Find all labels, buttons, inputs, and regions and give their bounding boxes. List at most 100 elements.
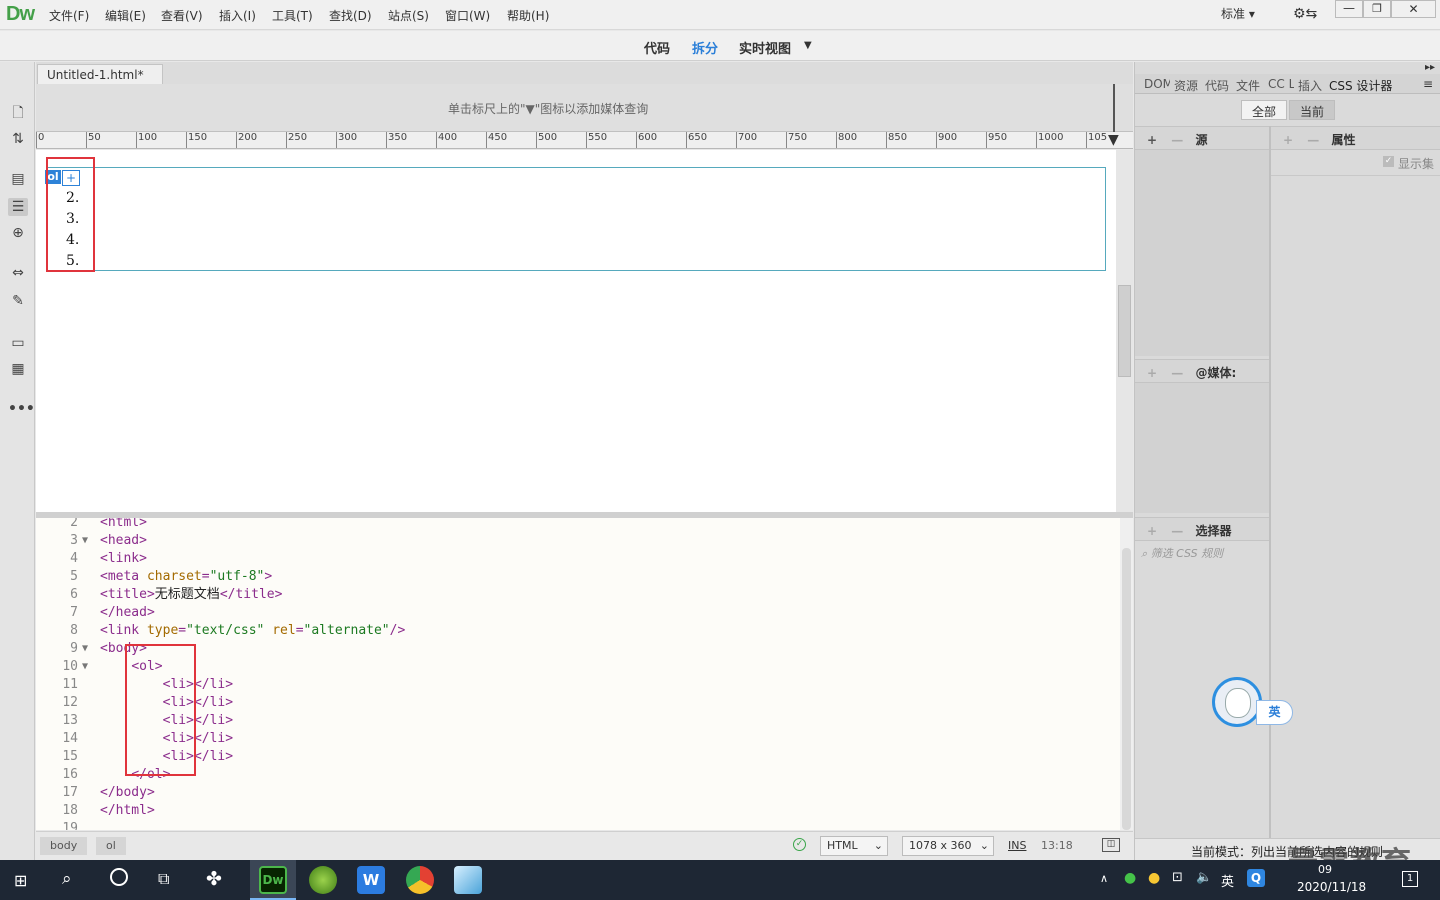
panel-tab[interactable]: 插入	[1298, 77, 1324, 94]
code-line[interactable]: 15 <li></li>	[36, 748, 1120, 766]
remove-selector-icon[interactable]: —	[1171, 524, 1183, 538]
qq-tray-icon[interactable]: ●	[1148, 870, 1160, 886]
code-text[interactable]: <title>无标题文档</title>	[100, 586, 282, 604]
code-text[interactable]: <link>	[100, 550, 147, 568]
menu-item[interactable]: 窗口(W)	[445, 7, 490, 24]
restore-button[interactable]: ❐	[1363, 0, 1391, 18]
collapse-panel-icon[interactable]: ▸▸	[1425, 62, 1435, 73]
ime-language-badge[interactable]: 英	[1256, 700, 1293, 725]
code-line[interactable]: 11 <li></li>	[36, 676, 1120, 694]
menu-item[interactable]: 查看(V)	[161, 7, 203, 24]
expand-icon[interactable]: ⇔	[8, 264, 28, 282]
windows-start-icon[interactable]: ⊞	[14, 871, 27, 890]
notification-center-icon[interactable]: 1	[1402, 871, 1418, 887]
panel-tab[interactable]: 资源	[1174, 77, 1200, 94]
minimize-button[interactable]: —	[1335, 0, 1363, 18]
code-text[interactable]: <head>	[100, 532, 147, 550]
code-line[interactable]: 12 <li></li>	[36, 694, 1120, 712]
snippet-icon[interactable]: ▦	[8, 360, 28, 378]
add-media-query-icon[interactable]: ▼	[1108, 132, 1119, 148]
add-selector-icon[interactable]: +	[1147, 524, 1157, 538]
remove-source-icon[interactable]: —	[1171, 133, 1183, 147]
sync-settings-icon[interactable]: ⚙⇆	[1293, 6, 1317, 22]
code-line[interactable]: 3 ▼ <head>	[36, 532, 1120, 550]
input-language-indicator[interactable]: 英	[1221, 871, 1234, 890]
media-query-bar[interactable]: 单击标尺上的"▼"图标以添加媒体查询	[36, 84, 1133, 132]
format-icon[interactable]: ✎	[8, 292, 28, 310]
panel-menu-icon[interactable]: ≡	[1423, 77, 1433, 91]
filter-current-button[interactable]: 当前	[1289, 100, 1336, 120]
file-management-icon[interactable]: ▤	[8, 170, 28, 188]
volume-icon[interactable]: 🔈	[1196, 870, 1212, 885]
panel-tab[interactable]: CC L	[1268, 77, 1294, 91]
code-text[interactable]: <meta charset="utf-8">	[100, 568, 272, 586]
close-window-button[interactable]: ✕	[1391, 0, 1436, 18]
code-line[interactable]: 14 <li></li>	[36, 730, 1120, 748]
open-document-icon[interactable]: 🗋	[8, 104, 28, 122]
code-line[interactable]: 19	[36, 820, 1120, 830]
fold-toggle-icon[interactable]: ▼	[82, 658, 88, 676]
remove-property-icon[interactable]: —	[1307, 133, 1319, 147]
sources-list[interactable]	[1135, 150, 1269, 356]
code-text[interactable]: <html>	[100, 518, 147, 532]
code-line[interactable]: 8 <link type="text/css" rel="alternate"/>	[36, 622, 1120, 640]
wps-writer-icon[interactable]: W	[357, 866, 385, 894]
panel-tab[interactable]: 代码	[1205, 77, 1231, 94]
live-view-dropdown-icon[interactable]: ▼	[804, 40, 812, 51]
no-errors-icon[interactable]: ✓	[793, 838, 806, 851]
clock-time[interactable]: 09	[1318, 863, 1332, 876]
network-icon[interactable]: ⊡	[1172, 870, 1183, 885]
code-scrollbar-thumb[interactable]	[1122, 548, 1131, 830]
code-navigator-icon[interactable]: ☰	[8, 198, 28, 216]
code-text[interactable]: </head>	[100, 604, 155, 622]
menu-item[interactable]: 编辑(E)	[105, 7, 146, 24]
notepad-app-icon[interactable]	[454, 866, 482, 894]
design-scrollbar-thumb[interactable]	[1118, 285, 1131, 377]
add-property-icon[interactable]: +	[1283, 133, 1293, 147]
insert-mode[interactable]: INS	[1008, 839, 1026, 852]
show-hidden-icons[interactable]: ∧	[1100, 872, 1108, 885]
remove-media-icon[interactable]: —	[1171, 366, 1183, 380]
panel-tab[interactable]: DOM	[1144, 77, 1170, 91]
code-line[interactable]: 5 <meta charset="utf-8">	[36, 568, 1120, 586]
wechat-tray-icon[interactable]: ●	[1124, 870, 1136, 886]
comment-icon[interactable]: ▭	[8, 334, 28, 352]
add-media-icon[interactable]: +	[1147, 366, 1157, 380]
clock-date[interactable]: 2020/11/18	[1297, 880, 1366, 894]
code-line[interactable]: 9 ▼ <body>	[36, 640, 1120, 658]
live-view-button[interactable]: 实时视图	[739, 38, 791, 57]
show-set-checkbox[interactable]: ✓	[1383, 156, 1394, 167]
media-list[interactable]	[1135, 383, 1269, 513]
code-line[interactable]: 18 </html>	[36, 802, 1120, 820]
design-scrollbar[interactable]	[1116, 150, 1133, 512]
selector-filter-input[interactable]: ⌕ 筛选 CSS 规则	[1141, 545, 1223, 561]
code-line[interactable]: 4 <link>	[36, 550, 1120, 568]
panel-tab[interactable]: 文件	[1236, 77, 1262, 94]
ruler[interactable]: 0 50 100 150 200 250 300 350 400 450 500 550 600 650 7…	[36, 132, 1133, 149]
filter-all-button[interactable]: 全部	[1241, 100, 1288, 120]
code-view[interactable]: 2 <html> 3 ▼ <head> 4 <link> 5 <meta charset="ut…	[36, 518, 1120, 830]
inspect-icon[interactable]: ⊕	[8, 224, 28, 242]
document-type-select[interactable]: HTML ⌄	[820, 836, 888, 856]
code-line[interactable]: 13 <li></li>	[36, 712, 1120, 730]
tab-untitled-1[interactable]: Untitled-1.html* ×	[37, 64, 163, 96]
code-line[interactable]: 2 <html>	[36, 518, 1120, 532]
more-tools-icon[interactable]: •••	[8, 400, 35, 418]
chrome-icon[interactable]	[406, 866, 434, 894]
menu-item[interactable]: 站点(S)	[388, 7, 429, 24]
code-line[interactable]: 10 ▼ <ol>	[36, 658, 1120, 676]
code-text[interactable]: </body>	[100, 784, 155, 802]
cortana-icon[interactable]	[110, 868, 128, 886]
breadcrumb-body[interactable]: body	[40, 837, 88, 855]
code-text[interactable]: <link type="text/css" rel="alternate"/>	[100, 622, 405, 640]
menu-item[interactable]: 插入(I)	[219, 7, 256, 24]
ol-element-outline[interactable]	[46, 167, 1106, 271]
workspace-layout-select[interactable]: 标准 ▾	[1221, 5, 1255, 22]
pinwheel-app-icon[interactable]: ✤	[206, 868, 222, 890]
code-line[interactable]: 16 </ol>	[36, 766, 1120, 784]
file-transfer-icon[interactable]: ⇅	[8, 130, 28, 148]
window-size-select[interactable]: 1078 x 360 ⌄	[902, 836, 994, 856]
breadcrumb-ol[interactable]: ol	[96, 837, 126, 855]
preview-icon[interactable]: ◫	[1102, 838, 1120, 852]
panel-divider[interactable]	[1269, 126, 1271, 838]
